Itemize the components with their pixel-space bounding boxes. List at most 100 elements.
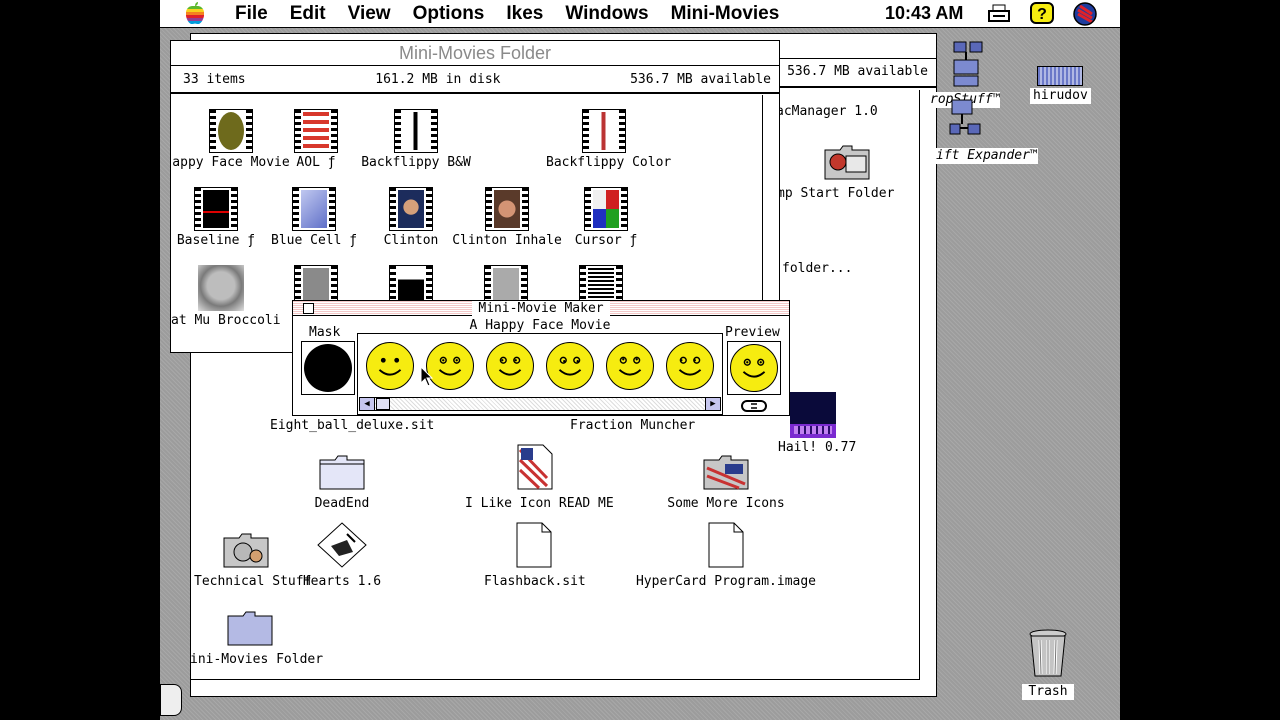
back-icon-label: acManager 1.0 (776, 104, 878, 119)
folder-deadend[interactable]: DeadEnd (302, 454, 382, 512)
help-balloon-icon[interactable]: ? (1030, 2, 1054, 26)
mini-movie-maker-titlebar[interactable]: Mini-Movie Maker (293, 301, 789, 316)
mask-label: Mask (309, 325, 341, 340)
file-label: Cursor ƒ (574, 233, 638, 248)
folder-some-more-icons[interactable]: Some More Icons (666, 454, 786, 512)
file-backflippy-color[interactable]: Backflippy Color (546, 109, 671, 171)
mask-well[interactable] (301, 341, 355, 395)
file-label: DeadEnd (314, 496, 370, 511)
desktop-icon-trash[interactable]: Trash (1022, 628, 1074, 700)
folder-icon (223, 533, 269, 568)
mask-circle-icon (304, 344, 352, 392)
folder-window-titlebar[interactable]: Mini-Movies Folder (171, 41, 779, 66)
frame-4-smiley-icon[interactable] (546, 342, 594, 390)
menu-file[interactable]: File (224, 3, 279, 25)
scroll-left-arrow-icon[interactable]: ◀ (360, 398, 375, 410)
scroll-thumb[interactable] (376, 398, 390, 410)
svg-text:?: ? (1037, 6, 1047, 23)
back-icon-startup-folder[interactable]: mp Start Folder (777, 144, 894, 202)
movie-file-icon (485, 187, 529, 231)
back-icon-acmanager[interactable]: acManager 1.0 (776, 102, 878, 120)
menu-ikes[interactable]: Ikes (495, 3, 554, 25)
scroll-right-arrow-icon[interactable]: ▶ (705, 398, 720, 410)
movie-file-icon (291, 187, 336, 231)
mini-movie-maker-window[interactable]: Mini-Movie Maker Mask A Happy Face Movie… (292, 300, 790, 416)
document-icon (516, 522, 552, 568)
printer-icon[interactable] (987, 2, 1011, 26)
movie-file-icon (209, 109, 253, 153)
file-baseline[interactable]: Baseline ƒ (176, 187, 256, 249)
apple-menu-icon[interactable] (180, 1, 210, 26)
file-happy-face-movie[interactable]: appy Face Movie (171, 109, 291, 171)
frame-3-smiley-icon[interactable] (486, 342, 534, 390)
menu-edit[interactable]: Edit (279, 3, 337, 25)
menubar-clock[interactable]: 10:43 AM (885, 3, 963, 24)
desktop: File Edit View Options Ikes Windows Mini… (160, 0, 1120, 720)
desktop-icon-dropstuff[interactable]: ropStuff™ (930, 40, 1001, 108)
desktop-icon-label: ift Expander™ (936, 148, 1038, 164)
control-strip-tab[interactable] (160, 684, 182, 716)
application-menu-icon[interactable] (1073, 2, 1097, 26)
stuffit-expander-icon (949, 99, 981, 135)
back-window-horizontal-scrollbar[interactable] (191, 679, 920, 696)
menu-mini-movies[interactable]: Mini-Movies (660, 3, 791, 25)
file-label: ini-Movies Folder (190, 652, 324, 667)
movie-file-icon (394, 109, 438, 153)
file-hypercard-program-image[interactable]: HyperCard Program.image (634, 522, 818, 590)
movie-file-icon (584, 187, 628, 231)
folder-window-title: Mini-Movies Folder (398, 43, 552, 63)
file-i-like-icon[interactable]: I Like Icon READ ME (465, 444, 614, 512)
file-blue-cell[interactable]: Blue Cell ƒ (271, 187, 358, 249)
file-eight-ball[interactable]: Eight_ball_deluxe.sit (270, 416, 434, 434)
file-broccoli[interactable]: at Mu Broccoli (171, 265, 281, 329)
folder-mini-movies[interactable]: ini-Movies Folder (190, 610, 324, 668)
mini-movie-maker-title: Mini-Movie Maker (472, 301, 610, 316)
app-hearts[interactable]: Hearts 1.6 (302, 522, 382, 590)
desktop-icon-label: Trash (1022, 684, 1074, 700)
back-window-vertical-scrollbar[interactable] (919, 90, 936, 680)
file-label: Technical Stuff (194, 574, 312, 589)
trash-icon (1029, 629, 1067, 677)
frame-1-smiley-icon[interactable] (366, 342, 414, 390)
desktop-icon-label: hirudov (1030, 88, 1091, 104)
file-label: I Like Icon READ ME (465, 496, 614, 511)
desktop-icon-hirudov[interactable]: hirudov (1030, 66, 1091, 104)
folder-icon (703, 455, 749, 490)
file-label: Fraction Muncher (570, 418, 696, 433)
file-clinton[interactable]: Clinton (376, 187, 446, 249)
file-label: Some More Icons (667, 496, 785, 511)
back-icon-label: folder... (782, 261, 853, 276)
file-label: Eight_ball_deluxe.sit (270, 418, 435, 433)
file-label: AOL ƒ (296, 155, 336, 170)
menu-windows[interactable]: Windows (554, 3, 659, 25)
file-label: Hearts 1.6 (302, 574, 382, 589)
file-backflippy-bw[interactable]: Backflippy B&W (361, 109, 471, 171)
file-flashback[interactable]: Flashback.sit (484, 522, 586, 590)
menu-view[interactable]: View (337, 3, 402, 25)
document-icon (708, 522, 744, 568)
file-label: Clinton (383, 233, 439, 248)
back-icon-label: mp Start Folder (777, 186, 895, 201)
desktop-icon-stuffit-expander[interactable]: ift Expander™ (936, 98, 1038, 164)
movie-file-icon (294, 109, 338, 153)
movie-file-icon (389, 187, 433, 231)
preview-well[interactable] (727, 341, 781, 395)
file-clinton-inhale[interactable]: Clinton Inhale (451, 187, 563, 249)
loop-icon[interactable] (737, 399, 771, 413)
menu-options[interactable]: Options (402, 3, 496, 25)
file-label: at Mu Broccoli (171, 313, 281, 328)
file-aol[interactable]: AOL ƒ (286, 109, 346, 171)
file-fraction-muncher[interactable]: Fraction Muncher (570, 416, 695, 434)
frame-5-smiley-icon[interactable] (606, 342, 654, 390)
movie-file-icon (194, 187, 238, 231)
frames-scrollbar[interactable]: ◀ ▶ (359, 397, 721, 411)
back-icon-folder[interactable]: folder... (782, 259, 852, 277)
file-label: Blue Cell ƒ (271, 233, 358, 248)
folder-icon (227, 611, 273, 646)
back-window-available: 536.7 MB available (787, 64, 928, 79)
file-cursor[interactable]: Cursor ƒ (566, 187, 646, 249)
frame-6-smiley-icon[interactable] (666, 342, 714, 390)
close-box-icon[interactable] (303, 303, 314, 314)
file-label: HyperCard Program.image (635, 574, 816, 589)
folder-technical-stuff[interactable]: Technical Stuff (194, 532, 312, 590)
